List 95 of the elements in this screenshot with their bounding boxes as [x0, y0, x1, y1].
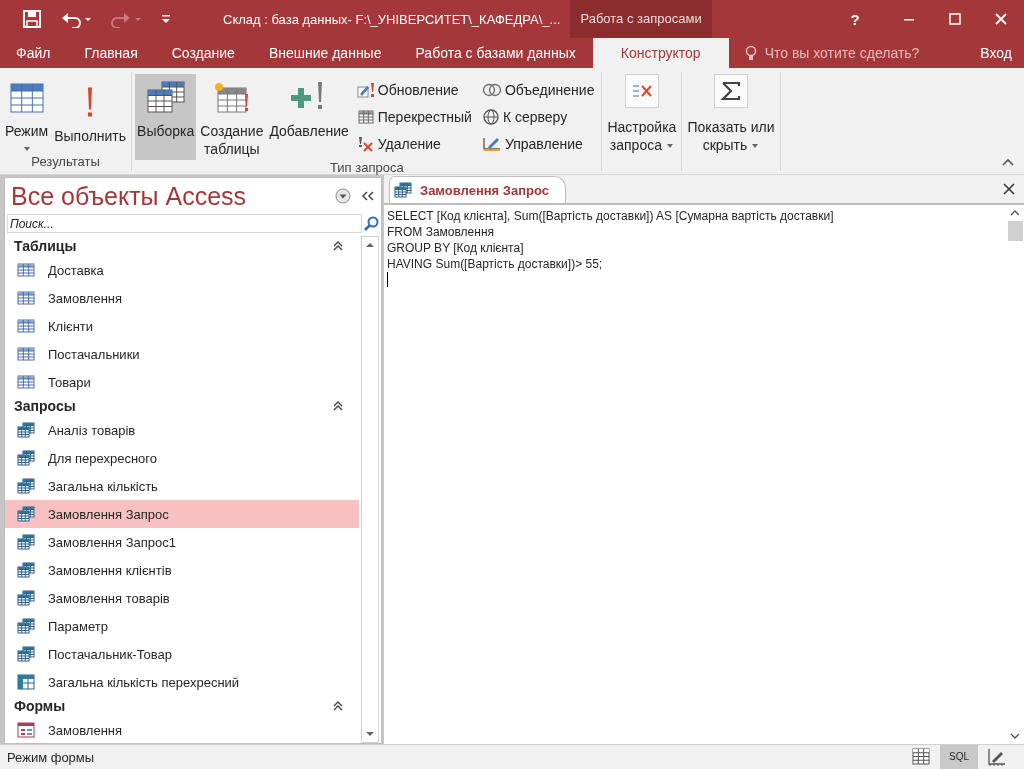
sigma-icon — [719, 80, 743, 102]
close-icon[interactable] — [1003, 183, 1015, 195]
ribbon-tab[interactable]: Создание — [154, 38, 252, 68]
code-line: HAVING Sum([Вартість доставки])> 55; — [387, 256, 604, 272]
ribbon-button[interactable]: К серверу — [481, 103, 595, 130]
undo-icon[interactable] — [61, 10, 91, 28]
form-icon — [17, 722, 35, 738]
query-icon — [17, 562, 35, 578]
tell-me-field[interactable]: Что вы хотите сделать? — [762, 44, 937, 62]
group-header[interactable]: Запросы — [5, 396, 361, 416]
nav-item[interactable]: Товари — [5, 368, 359, 396]
ribbon-button[interactable]: Перекрестный — [356, 103, 472, 130]
table-icon — [17, 263, 35, 277]
nav-item[interactable]: Замовлення Запрос1 — [5, 528, 359, 556]
pane-title: Все объекты Access — [11, 181, 248, 211]
collapse-chevron-icon[interactable] — [333, 701, 343, 711]
scroll-thumb[interactable] — [1008, 221, 1023, 241]
ribbon-tab[interactable]: Главная — [67, 38, 155, 68]
text-cursor — [387, 272, 388, 287]
query-icon — [17, 506, 35, 522]
nav-item[interactable]: Замовлення Запрос — [5, 500, 359, 528]
code-line: GROUP BY [Код клієнта] — [387, 240, 525, 256]
nav-item[interactable]: Загальна кількість перехресний — [5, 668, 359, 696]
code-line: SELECT [Код клієнта], Sum([Вартість доставки]) AS [Сумарна вартість доставки] — [387, 208, 835, 224]
nav-item[interactable]: Постачальник-Товар — [5, 640, 359, 668]
nav-item[interactable]: Аналіз товарів — [5, 416, 359, 444]
nav-item[interactable]: Параметр — [5, 612, 359, 640]
ribbon-group-label: Результаты — [30, 154, 101, 171]
pencil-exclamation-icon — [356, 81, 375, 98]
nav-item[interactable]: Доставка — [5, 256, 359, 284]
ribbon-button[interactable]: Настройка запроса — [605, 74, 679, 171]
ribbon-button[interactable]: Выборка — [135, 74, 197, 160]
collapse-pane-icon[interactable] — [361, 190, 375, 202]
ribbon-tab[interactable]: Внешние данные — [251, 38, 399, 68]
query-icon — [394, 182, 412, 198]
nav-item[interactable]: Замовлення — [5, 284, 359, 312]
nav-item[interactable]: Для перехресного — [5, 444, 359, 472]
ribbon-button[interactable]: Обновление — [356, 76, 472, 103]
globe-icon — [481, 108, 500, 125]
table-icon — [17, 291, 35, 305]
search-field[interactable]: Поиск... — [7, 214, 362, 233]
collapse-ribbon-icon[interactable] — [1002, 158, 1014, 166]
customize-caret-icon[interactable] — [161, 14, 171, 24]
save-icon[interactable] — [23, 10, 41, 28]
nav-item[interactable]: Замовлення клієнтів — [5, 556, 359, 584]
nav-item[interactable]: Замовлення — [5, 716, 359, 743]
scrollbar[interactable] — [361, 236, 379, 743]
table-icon — [17, 319, 35, 333]
table-icon — [17, 347, 35, 361]
ribbon-button[interactable]: Показать или скрыть — [685, 74, 777, 171]
collapse-chevron-icon[interactable] — [333, 241, 343, 251]
ribbon-tab[interactable]: Файл — [0, 38, 68, 68]
window-title: Склад : база данных- F:\_УНІВЕРСИТЕТ\_КАФЕДРА\_... — [223, 11, 561, 27]
table-icon — [356, 108, 375, 125]
query-icon — [17, 590, 35, 606]
ribbon-button[interactable]: Добавление — [267, 74, 351, 160]
query-icon — [17, 422, 35, 438]
crosstab-query-icon — [17, 674, 35, 690]
query-icon — [17, 478, 35, 494]
ribbon-tab[interactable]: Работа с базами данных — [398, 38, 593, 68]
query-icon — [17, 534, 35, 550]
ribbon-tab[interactable]: Конструктор — [592, 38, 729, 68]
contextual-tab-label: Работа с запросами — [570, 0, 712, 38]
nav-item[interactable]: Замовлення товарів — [5, 584, 359, 612]
sql-editor[interactable]: SELECT [Код клієнта], Sum([Вартість доставки]) AS [Сумарна вартість доставки] FROM Замовлення GROUP BY [Код клієнта] HAVING Sum([Вартість доставки])> 55; — [384, 205, 1007, 744]
dropdown-circle-icon[interactable] — [335, 188, 351, 204]
ribbon-button[interactable]: Управление — [481, 130, 595, 157]
group-header[interactable]: Формы — [5, 696, 361, 716]
nav-item[interactable]: Постачальники — [5, 340, 359, 368]
query-icon — [17, 646, 35, 662]
help-button[interactable]: ? — [832, 10, 878, 28]
nav-item[interactable]: Клієнти — [5, 312, 359, 340]
ruler-pencil-icon — [481, 135, 502, 152]
document-tab[interactable]: Замовлення Запрос — [389, 176, 566, 203]
query-icon — [17, 618, 35, 634]
status-text: Режим формы — [6, 749, 95, 765]
group-header[interactable]: Таблицы — [5, 236, 361, 256]
ribbon-group-label: Тип запроса — [328, 160, 405, 177]
ribbon-button[interactable]: Удаление — [356, 130, 472, 157]
ribbon-button[interactable]: Режим — [3, 74, 51, 154]
ribbon-button[interactable]: Выполнить — [52, 74, 129, 154]
sign-in-link[interactable]: Вход — [980, 38, 1024, 68]
exclamation-cross-icon — [356, 135, 375, 152]
ribbon-button[interactable]: Объединение — [481, 76, 595, 103]
code-line: FROM Замовлення — [387, 224, 496, 240]
sql-view-button[interactable]: SQL — [940, 745, 978, 769]
nav-item[interactable]: Загальна кількість — [5, 472, 359, 500]
ribbon-button[interactable]: Создание таблицы — [198, 74, 266, 160]
collapse-chevron-icon[interactable] — [333, 401, 343, 411]
table-icon — [17, 375, 35, 389]
two-circles-icon — [481, 81, 502, 98]
tables-icon — [145, 78, 186, 116]
query-icon — [17, 450, 35, 466]
lightbulb-icon — [744, 45, 757, 61]
search-icon[interactable] — [363, 215, 379, 232]
